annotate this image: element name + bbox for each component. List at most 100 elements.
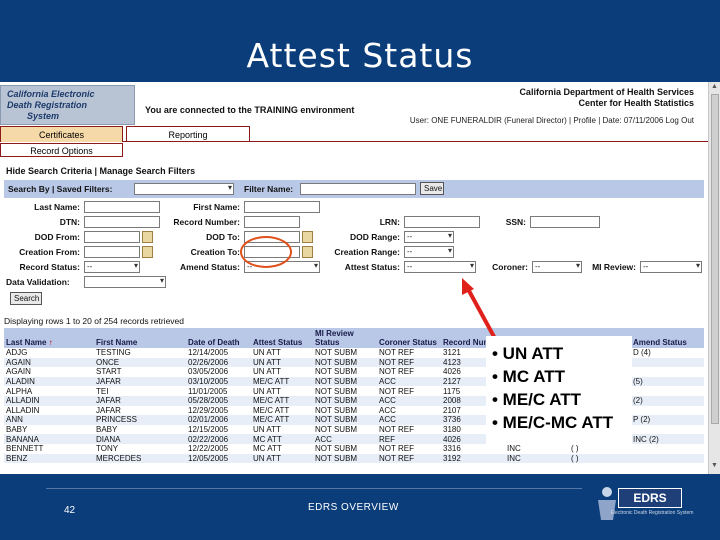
table-cell: NOT REF <box>379 444 414 454</box>
search-criteria-links[interactable]: Hide Search Criteria | Manage Search Fil… <box>6 166 195 176</box>
dod-from-label: DOD From: <box>34 232 80 242</box>
table-cell: UN ATT <box>253 348 281 358</box>
first-name-input[interactable] <box>244 201 320 213</box>
search-button[interactable]: Search <box>10 292 42 305</box>
table-cell: INC <box>507 444 521 454</box>
table-cell[interactable]: ANN <box>4 415 94 425</box>
table-cell[interactable]: ALLADIN <box>4 406 94 416</box>
table-cell: (2) <box>631 395 704 406</box>
col-last-name[interactable]: Last Name ↑ <box>4 328 94 348</box>
table-cell: NOT SUBM <box>315 405 358 415</box>
table-row[interactable]: BENZ MERCEDES 12/05/2005 UN ATT NOT SUBM NOT … <box>4 453 704 464</box>
scrollbar-thumb[interactable] <box>711 94 719 424</box>
ssn-label: SSN: <box>505 217 526 227</box>
record-number-input[interactable] <box>244 216 300 228</box>
ssn-input[interactable] <box>530 216 600 228</box>
table-cell: MC ATT <box>253 444 282 454</box>
creation-from-input[interactable] <box>84 246 140 258</box>
record-status-select[interactable]: -- <box>84 261 140 273</box>
save-filter-button[interactable]: Save <box>420 182 444 195</box>
creation-range-label: Creation Range: <box>334 247 400 257</box>
dod-from-input[interactable] <box>84 231 140 243</box>
table-cell[interactable]: AGAIN <box>4 357 94 368</box>
table-cell: 12/14/2005 <box>188 348 229 358</box>
user-bar[interactable]: User: ONE FUNERALDIR (Funeral Director) … <box>410 116 694 125</box>
calendar-icon[interactable] <box>142 246 153 258</box>
col-amend-status[interactable]: Amend Status <box>631 328 704 348</box>
filter-name-label: Filter Name: <box>244 184 294 194</box>
table-cell: NOT REF <box>379 425 414 435</box>
tab-certificates[interactable]: Certificates <box>0 126 123 142</box>
logo-line-3: System <box>27 111 60 121</box>
table-cell[interactable]: BENNETT <box>4 444 94 454</box>
cedrs-logo: California Electronic Death Registration… <box>0 85 135 125</box>
table-cell: ( ) <box>569 453 631 464</box>
table-cell: UN ATT <box>253 386 281 396</box>
table-cell: UN ATT <box>253 425 281 435</box>
data-validation-select[interactable] <box>84 276 166 288</box>
table-cell <box>631 357 704 368</box>
tab-record-options[interactable]: Record Options <box>0 143 123 157</box>
callout-item: • MC ATT <box>492 367 565 386</box>
table-cell <box>631 367 704 377</box>
attest-status-select[interactable]: -- <box>404 261 476 273</box>
table-cell: NOT REF <box>377 357 441 368</box>
calendar-icon[interactable] <box>142 231 153 243</box>
table-cell[interactable]: BENZ <box>4 453 94 464</box>
table-cell[interactable]: BANANA <box>4 434 94 444</box>
lrn-input[interactable] <box>404 216 480 228</box>
table-cell: JAFAR <box>94 395 186 406</box>
table-cell: NOT SUBM <box>315 348 358 358</box>
main-tabs: Certificates Reporting <box>0 126 708 142</box>
table-cell: BABY <box>96 425 118 435</box>
table-cell[interactable]: AGAIN <box>4 367 94 377</box>
table-cell <box>631 444 704 454</box>
table-cell: NOT SUBM <box>313 395 377 406</box>
table-cell: ACC <box>377 415 441 425</box>
col-last-name-label: Last Name <box>6 338 47 347</box>
col-first-name[interactable]: First Name <box>94 328 186 348</box>
coroner-select[interactable]: -- <box>532 261 582 273</box>
last-name-input[interactable] <box>84 201 160 213</box>
saved-filters-select[interactable] <box>134 183 234 195</box>
table-cell[interactable]: ALADIN <box>4 376 94 387</box>
col-attest-status[interactable]: Attest Status <box>251 328 313 348</box>
table-cell: START <box>96 367 122 377</box>
slide-footer: 42 EDRS OVERVIEW EDRS Electronic Death R… <box>0 474 720 540</box>
col-coroner-status[interactable]: Coroner Status <box>377 328 441 348</box>
mi-review-select[interactable]: -- <box>640 261 702 273</box>
vertical-scrollbar[interactable]: ▲ ▼ <box>708 82 720 474</box>
table-cell[interactable]: BABY <box>4 425 94 435</box>
callout-item: • UN ATT <box>492 344 564 363</box>
table-cell: 05/28/2005 <box>186 395 251 406</box>
callout-item: • ME/C-MC ATT <box>492 413 614 432</box>
calendar-icon[interactable] <box>302 246 313 258</box>
table-cell <box>631 386 704 396</box>
data-validation-label: Data Validation: <box>6 277 70 287</box>
table-cell[interactable]: ALLADIN <box>4 395 94 406</box>
dtn-input[interactable] <box>84 216 160 228</box>
creation-range-select[interactable]: -- <box>404 246 454 258</box>
table-cell <box>631 425 704 435</box>
col-date-of-death[interactable]: Date of Death <box>186 328 251 348</box>
table-cell[interactable]: ALPHA <box>4 386 94 396</box>
table-row[interactable]: BENNETT TONY 12/22/2005 MC ATT NOT SUBM NOT R… <box>4 444 704 454</box>
table-cell[interactable]: ADJG <box>4 348 94 358</box>
footer-text: EDRS OVERVIEW <box>308 502 399 513</box>
tab-reporting[interactable]: Reporting <box>126 126 250 142</box>
table-cell: 12/29/2005 <box>188 405 229 415</box>
scroll-down-icon[interactable]: ▼ <box>711 462 718 469</box>
scroll-up-icon[interactable]: ▲ <box>711 83 718 90</box>
search-by-label: Search By | Saved Filters: <box>8 184 113 194</box>
amend-status-label: Amend Status: <box>180 262 240 272</box>
calendar-icon[interactable] <box>302 231 313 243</box>
table-cell: MC ATT <box>251 434 313 444</box>
col-mi-review-status[interactable]: MI Review Status <box>313 328 377 348</box>
department-line-1: California Department of Health Services <box>519 87 694 97</box>
table-cell: NOT REF <box>377 453 441 464</box>
table-cell: TEI <box>96 386 109 396</box>
filter-name-input[interactable] <box>300 183 416 195</box>
lrn-label: LRN: <box>379 217 400 227</box>
last-name-label: Last Name: <box>34 202 80 212</box>
dod-range-select[interactable]: -- <box>404 231 454 243</box>
